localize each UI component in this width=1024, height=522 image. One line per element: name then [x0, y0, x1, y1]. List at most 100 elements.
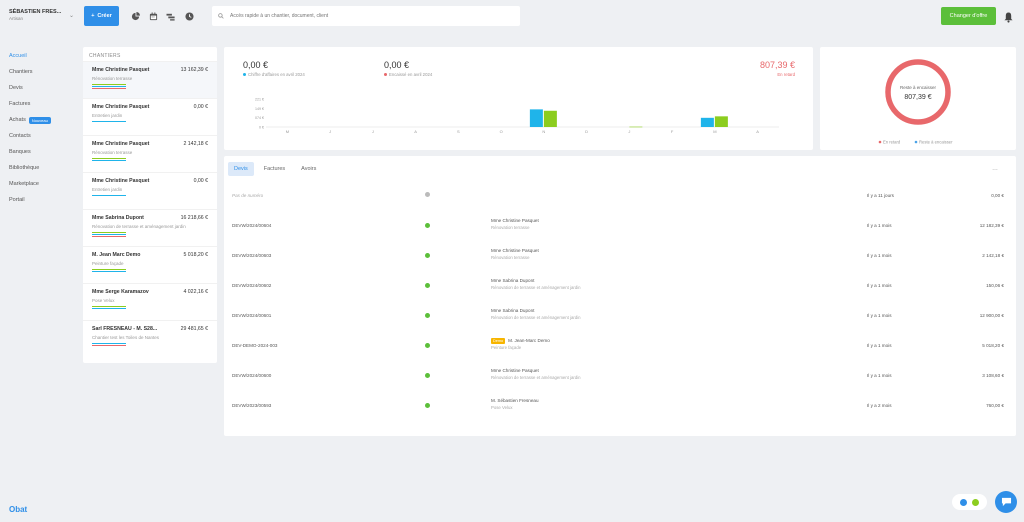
- late-label: En retard: [777, 72, 795, 77]
- document-row[interactable]: DEVW/2024/00604 Mme Christine Pasquet Ré…: [224, 211, 1016, 241]
- x-tick-label: O: [500, 129, 503, 134]
- chantier-description: Entretien jardin: [92, 187, 123, 192]
- chantier-item[interactable]: Mme Serge Karamazov 4 022,16 € Pose Velu…: [83, 283, 217, 320]
- progress-bar: [92, 158, 126, 159]
- help-pill[interactable]: [952, 494, 987, 510]
- status-dot: [425, 373, 430, 378]
- sidebar-item-label: Banques: [9, 149, 31, 155]
- document-amount: 150,06 €: [986, 283, 1004, 288]
- chart-bar: [543, 110, 557, 127]
- sidebar-item-factures[interactable]: Factures: [0, 96, 70, 112]
- sidebar-item-achats[interactable]: Achats Nouveau: [0, 112, 70, 128]
- sidebar-item-chantiers[interactable]: Chantiers: [0, 64, 70, 80]
- document-number: DEVW/2024/00602: [232, 283, 272, 288]
- collected-stat: 0,00 € Encaissé en avril 2024: [384, 60, 432, 77]
- document-description: Rénovation terrasse: [491, 255, 530, 260]
- document-client-block: Mme Christine Pasquet Rénovation terrass…: [491, 248, 539, 260]
- document-client: Mme Christine Pasquet: [491, 248, 539, 253]
- sidebar-item-bibliothque[interactable]: Bibliothèque: [0, 160, 70, 176]
- chantier-item[interactable]: M. Jean Marc Demo 5 018,20 € Peinture fa…: [83, 246, 217, 283]
- sidebar: Accueil Chantiers Devis Factures Achats Nouve…: [0, 48, 70, 208]
- document-client-block: Mme Christine Pasquet Rénovation terrass…: [491, 218, 539, 230]
- revenue-dot: [243, 73, 246, 76]
- chantier-item[interactable]: Mme Sabrina Dupont 16 218,66 € Rénovatio…: [83, 209, 217, 246]
- x-tick-label: M: [286, 129, 289, 134]
- legend-late-label: En retard: [883, 140, 901, 145]
- sidebar-item-marketplace[interactable]: Marketplace: [0, 176, 70, 192]
- document-description: Rénovation terrasse: [491, 225, 530, 230]
- x-tick-label: A: [756, 129, 759, 134]
- bell-icon[interactable]: [1004, 10, 1013, 28]
- pie-chart-icon[interactable]: [130, 11, 140, 21]
- plus-icon: +: [91, 13, 95, 19]
- collected-dot: [384, 73, 387, 76]
- sidebar-item-portail[interactable]: Portail: [0, 192, 70, 208]
- document-row[interactable]: DEV-DEMO-2024-003 Demo M. Jean-Marc Demo …: [224, 331, 1016, 361]
- document-date: Il y a 2 mois: [867, 403, 892, 408]
- clock-icon[interactable]: [184, 11, 194, 21]
- y-tick-label: 0 €: [259, 126, 264, 130]
- chantier-item[interactable]: Mme Christine Pasquet 0,00 € Entretien j…: [83, 172, 217, 209]
- tab-avoirs[interactable]: Avoirs: [295, 162, 322, 176]
- company-role: Artisan: [9, 16, 24, 21]
- document-row[interactable]: DEVW/2024/00601 Mme Sabrina Dupont Rénov…: [224, 301, 1016, 331]
- progress-bar: [92, 271, 126, 272]
- chantier-amount: 2 142,18 €: [183, 141, 208, 147]
- help-icon: [972, 498, 979, 506]
- collected-label: Encaissé en avril 2024: [389, 72, 433, 77]
- change-offer-button[interactable]: Changer d'offre: [941, 7, 996, 25]
- document-amount: 5 018,20 €: [982, 343, 1004, 348]
- calendar-icon[interactable]: [148, 11, 158, 21]
- document-amount: 12 900,00 €: [979, 313, 1004, 318]
- sidebar-item-label: Factures: [9, 101, 31, 107]
- create-button[interactable]: + Créer: [84, 6, 119, 26]
- document-number: DEVW/2024/00601: [232, 313, 272, 318]
- legend-todo-dot: [914, 140, 918, 144]
- status-dot: [425, 253, 430, 258]
- sidebar-item-contacts[interactable]: Contacts: [0, 128, 70, 144]
- chantier-progress-bars: [92, 195, 126, 196]
- search-icon: [218, 13, 224, 19]
- create-button-label: Créer: [97, 13, 112, 19]
- chantier-item[interactable]: Mme Christine Pasquet 2 142,18 € Rénovat…: [83, 135, 217, 172]
- search-bar[interactable]: [212, 6, 520, 26]
- top-bar: SÉBASTIEN FRES... Artisan ⌄ + Créer Chan…: [0, 0, 1024, 38]
- progress-bar: [92, 86, 126, 87]
- remaining-donut-chart: Reste à encaisser 807,39 € En retard Res…: [878, 59, 953, 145]
- chantier-item[interactable]: Mme Christine Pasquet 13 162,39 € Rénova…: [83, 61, 217, 98]
- document-description: Pose Velux: [491, 405, 513, 410]
- company-switcher[interactable]: SÉBASTIEN FRES... Artisan ⌄: [9, 9, 74, 21]
- demo-tag: Demo: [491, 338, 506, 344]
- revenue-value: 0,00 €: [243, 60, 269, 70]
- document-number: DEV-DEMO-2024-003: [232, 343, 278, 348]
- search-input[interactable]: [230, 13, 510, 19]
- sidebar-item-devis[interactable]: Devis: [0, 80, 70, 96]
- document-row[interactable]: DEVW/2024/00600 Mme Christine Pasquet Ré…: [224, 361, 1016, 391]
- document-amount: 12 182,39 €: [979, 223, 1004, 228]
- sidebar-item-banques[interactable]: Banques: [0, 144, 70, 160]
- chantier-amount: 16 218,66 €: [180, 215, 208, 221]
- legend-todo-label: Reste à encaisser: [919, 140, 953, 145]
- chantier-amount: 0,00 €: [193, 178, 208, 184]
- tab-devis[interactable]: Devis: [228, 162, 254, 176]
- document-row[interactable]: DEVW/2024/00603 Mme Christine Pasquet Ré…: [224, 241, 1016, 271]
- chantiers-panel: CHANTIERS Mme Christine Pasquet 13 162,3…: [83, 47, 217, 363]
- x-tick-label: S: [457, 129, 460, 134]
- donut-ring: [885, 59, 951, 125]
- sidebar-item-label: Contacts: [9, 133, 31, 139]
- chantier-item[interactable]: Mme Christine Pasquet 0,00 € Entretien j…: [83, 98, 217, 135]
- status-dot: [425, 343, 430, 348]
- document-row[interactable]: Pas de numéro Il y a 11 jours 0,00 €: [224, 181, 1016, 211]
- document-row[interactable]: DEVW/2023/00593 M. Sébastien Fresneau Po…: [224, 391, 1016, 421]
- tab-factures[interactable]: Factures: [258, 162, 291, 176]
- chat-button[interactable]: [995, 491, 1017, 513]
- document-client-block: Mme Christine Pasquet Rénovation de terr…: [491, 368, 581, 380]
- document-date: Il y a 1 mois: [867, 373, 892, 378]
- document-row[interactable]: DEVW/2024/00602 Mme Sabrina Dupont Rénov…: [224, 271, 1016, 301]
- more-options-icon[interactable]: …: [992, 166, 998, 172]
- chantier-item[interactable]: Sarl FRESNEAU - M. S28... 29 481,65 € Ch…: [83, 320, 217, 357]
- chantier-amount: 29 481,65 €: [180, 326, 208, 332]
- document-amount: 0,00 €: [991, 193, 1004, 198]
- sidebar-item-accueil[interactable]: Accueil: [0, 48, 70, 64]
- layers-icon[interactable]: [166, 11, 176, 21]
